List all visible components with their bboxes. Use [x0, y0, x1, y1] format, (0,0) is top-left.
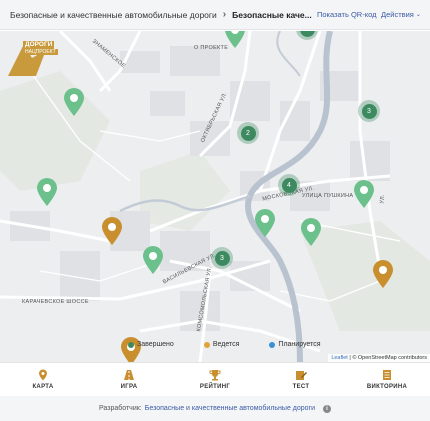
legend-planned-label: Планируется [278, 341, 321, 348]
map-pin-green-icon[interactable] [353, 179, 375, 209]
chevron-down-icon: ⌄ [415, 12, 421, 18]
green-dot-icon [128, 341, 134, 348]
map-pin-icon [39, 369, 47, 380]
cluster-count: 4 [281, 177, 297, 193]
map-pin-green-icon[interactable] [36, 177, 58, 207]
info-icon[interactable]: i [323, 404, 332, 413]
edit-icon [296, 370, 307, 380]
cluster-count: 3 [214, 250, 230, 266]
legend-in-progress-label: Ведется [212, 341, 240, 348]
legend-in-progress: Ведется [203, 341, 240, 348]
leaflet-link[interactable]: Leaflet [331, 355, 348, 361]
orange-dot-icon [203, 341, 210, 348]
street-label: УЛ. [379, 194, 387, 204]
street-label: КАРАЧЕВСКОЕ ШОССЕ [22, 299, 89, 305]
developer-label: Разработчик: [98, 405, 142, 412]
logo-line2: НАЦПРОЕКТ [23, 49, 58, 55]
map-cluster[interactable]: 3 [358, 100, 380, 122]
legend-completed-label: Завершено [137, 341, 174, 348]
cluster-count [299, 31, 315, 37]
map-pin-orange-icon[interactable] [120, 336, 142, 362]
top-bar: Безопасные и качественные автомобильные … [0, 0, 430, 30]
street-label: УЛИЦА ПУШКИНА [302, 193, 354, 199]
legend-completed: Завершено [128, 341, 174, 348]
tab-test[interactable]: ТЕСТ [258, 363, 344, 395]
map-pin-green-icon[interactable] [63, 87, 85, 117]
road-icon [124, 369, 134, 380]
map-attribution: Leaflet | © OpenStreetMap contributors [328, 354, 430, 362]
tab-test-label: ТЕСТ [292, 383, 310, 390]
logo-line1: ДОРОГИ [23, 41, 55, 49]
developer-link[interactable]: Безопасные и качественные автомобильные … [145, 405, 315, 412]
breadcrumb-current: Безопасные каче... [232, 9, 312, 20]
map-cluster[interactable]: 2 [237, 122, 259, 144]
cluster-count: 2 [240, 125, 256, 141]
legend-planned: Планируется [269, 341, 321, 348]
tab-game-label: ИГРА [120, 383, 138, 390]
cluster-count: 3 [361, 103, 377, 119]
tab-map-label: КАРТА [32, 383, 54, 390]
show-qr-button[interactable]: Показать QR-код [317, 10, 376, 19]
actions-menu-button[interactable]: Действия ⌄ [381, 10, 421, 19]
map-cluster[interactable]: 4 [278, 174, 300, 196]
map-pin-green-icon[interactable] [142, 245, 164, 275]
bottom-tab-bar: КАРТА ИГРА РЕЙТИНГ ТЕСТ ВИКТОРИНА [0, 362, 430, 395]
tab-rating[interactable]: РЕЙТИНГ [172, 363, 258, 395]
map-view[interactable]: ДОРОГИ НАЦПРОЕКТ О ПРОЕКТЕ ОКТЯБРЬСКАЯ У… [0, 31, 430, 362]
breadcrumb-separator-icon: › [222, 9, 227, 20]
trophy-icon [209, 369, 221, 380]
quiz-icon [383, 369, 391, 380]
tab-map[interactable]: КАРТА [0, 363, 86, 395]
footer: Разработчик: Безопасные и качественные а… [0, 396, 430, 421]
map-pin-orange-icon[interactable] [101, 216, 123, 246]
map-cluster[interactable]: 3 [211, 247, 233, 269]
map-pin-green-icon[interactable] [224, 31, 246, 49]
tab-quiz-label: ВИКТОРИНА [366, 383, 408, 390]
breadcrumb-parent[interactable]: Безопасные и качественные автомобильные … [10, 10, 217, 20]
map-pin-green-icon[interactable] [300, 217, 322, 247]
tab-quiz[interactable]: ВИКТОРИНА [344, 363, 430, 395]
blue-dot-icon [269, 341, 276, 348]
tab-rating-label: РЕЙТИНГ [199, 383, 231, 390]
map-legend: Завершено Ведется Планируется [128, 341, 347, 348]
tab-game[interactable]: ИГРА [86, 363, 172, 395]
map-pin-orange-icon[interactable] [372, 259, 394, 289]
map-pin-green-icon[interactable] [254, 208, 276, 238]
osm-attribution: | © OpenStreetMap contributors [347, 355, 427, 361]
actions-label: Действия [381, 10, 414, 19]
